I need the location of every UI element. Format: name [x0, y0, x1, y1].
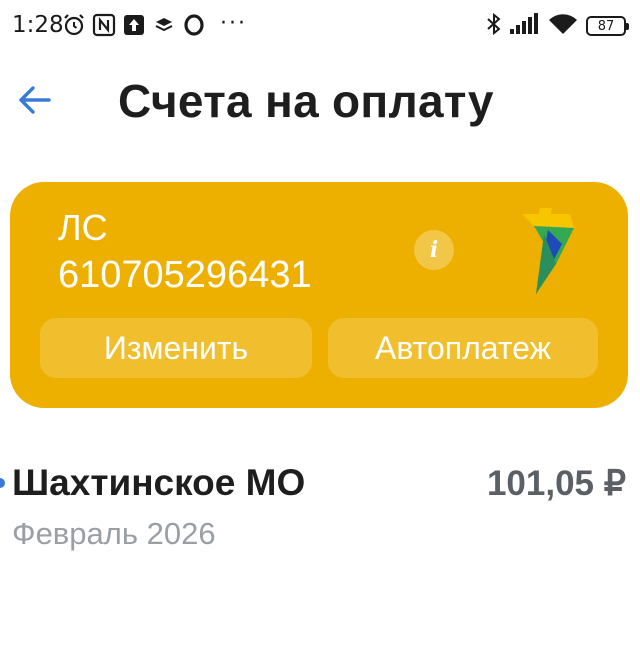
battery-indicator: 87	[586, 16, 629, 36]
more-notifications-icon: ···	[220, 10, 247, 36]
wifi-icon	[548, 12, 578, 40]
info-icon: i	[429, 237, 439, 263]
arrow-left-icon	[17, 85, 51, 119]
status-bar: 1:28 ··· 87	[0, 0, 640, 52]
opera-icon	[182, 12, 206, 38]
status-icons-right: 87	[486, 12, 629, 40]
page-title: Счета на оплату	[118, 75, 494, 127]
layers-icon	[152, 12, 176, 38]
signal-icon	[510, 13, 540, 39]
invoice-period: Февраль 2026	[12, 516, 216, 551]
back-button[interactable]	[12, 80, 56, 124]
status-time: 1:28	[12, 12, 64, 38]
invoice-amount: 101,05 ₽	[486, 464, 626, 503]
account-number: 610705296431	[58, 254, 312, 296]
bluetooth-icon	[486, 12, 502, 40]
unread-indicator	[0, 478, 5, 488]
status-icons-left: ···	[62, 10, 247, 40]
app-header: Счета на оплату	[0, 62, 640, 142]
invoice-list-item[interactable]: Шахтинское МО 101,05 ₽ Февраль 2026	[0, 452, 640, 562]
invoice-name: Шахтинское МО	[12, 462, 306, 503]
alarm-icon	[62, 12, 86, 38]
autopay-button[interactable]: Автоплатеж	[328, 318, 598, 378]
provider-logo	[516, 204, 576, 298]
change-account-button[interactable]: Изменить	[40, 318, 312, 378]
info-button[interactable]: i	[414, 230, 454, 270]
account-label: ЛС	[58, 207, 108, 248]
nfc-icon	[92, 12, 116, 38]
account-card: ЛС 610705296431 i Изменить Автоплатеж	[10, 182, 628, 408]
upload-icon	[122, 12, 146, 38]
